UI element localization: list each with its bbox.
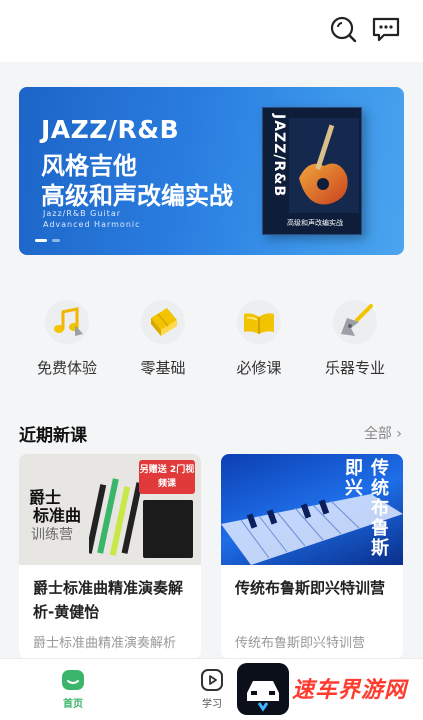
banner-title-line1: JAZZ/R&B [41, 115, 180, 144]
course-title: 传统布鲁斯即兴特训营 [235, 579, 386, 597]
thumb-vertical-title: 传统布鲁斯即兴 [342, 458, 389, 558]
view-all-link[interactable]: 全部 › [364, 423, 402, 443]
book-icon [141, 300, 185, 344]
course-book-cover: JAZZ/R&B 高级和声改编实战 [262, 107, 362, 235]
category-beginner[interactable]: 零基础 [118, 300, 208, 378]
gift-badge: 另赠送 2门视频课 [139, 460, 195, 494]
category-required[interactable]: 必修课 [214, 300, 304, 378]
music-note-icon [45, 300, 89, 344]
category-label: 零基础 [140, 359, 186, 377]
thumb-title-line2: 标准曲 [33, 506, 82, 525]
book-spine-title: JAZZ/R&B [271, 114, 287, 198]
message-icon[interactable] [371, 14, 401, 44]
pagination-dot [52, 239, 60, 242]
category-label: 必修课 [236, 359, 282, 377]
promo-banner[interactable]: JAZZ/R&B 风格吉他 高级和声改编实战 Jazz/R&B Guitar A… [19, 87, 404, 255]
thumb-title-line3: 训练营 [31, 527, 73, 543]
mini-book-cover [143, 500, 193, 558]
course-thumbnail: 传统布鲁斯即兴 [221, 454, 403, 565]
category-label: 免费体验 [36, 359, 97, 377]
category-free-trial[interactable]: 免费体验 [22, 300, 112, 378]
pagination-dot-active [35, 239, 47, 242]
banner-subtitle-line2: Advanced Harmonic [43, 220, 141, 229]
category-label: 乐器专业 [324, 359, 385, 377]
guitar-icon [333, 300, 377, 344]
search-icon[interactable] [328, 14, 358, 44]
banner-subtitle-line1: Jazz/R&B Guitar [43, 209, 122, 218]
play-icon [201, 669, 223, 691]
tab-home[interactable]: 首页 [33, 659, 113, 720]
course-thumbnail: 爵士 标准曲 训练营 另赠送 2门视频课 [19, 454, 201, 565]
banner-title-line3: 高级和声改编实战 [41, 182, 233, 210]
watermark-logo [237, 663, 289, 715]
course-card[interactable]: 传统布鲁斯即兴 传统布鲁斯即兴特训营 传统布鲁斯即兴特训营 [221, 454, 403, 659]
watermark-text: 速车界游网 [292, 678, 408, 703]
tab-label: 首页 [63, 699, 83, 710]
home-icon [62, 670, 84, 690]
guitar-illustration-icon [289, 118, 359, 213]
open-book-icon [237, 300, 281, 344]
category-instrument[interactable]: 乐器专业 [310, 300, 400, 378]
course-card[interactable]: 爵士 标准曲 训练营 另赠送 2门视频课 爵士标准曲精准演奏解析-黄健怡 爵士标… [19, 454, 201, 659]
book-caption: 高级和声改编实战 [287, 219, 343, 227]
course-subtitle: 爵士标准曲精准演奏解析 [33, 636, 177, 651]
course-subtitle: 传统布鲁斯即兴特训营 [235, 636, 366, 651]
top-bar [0, 0, 423, 62]
banner-pagination [35, 239, 60, 242]
section-title: 近期新课 [19, 426, 87, 446]
course-title: 爵士标准曲精准演奏解析-黄健怡 [33, 579, 184, 621]
